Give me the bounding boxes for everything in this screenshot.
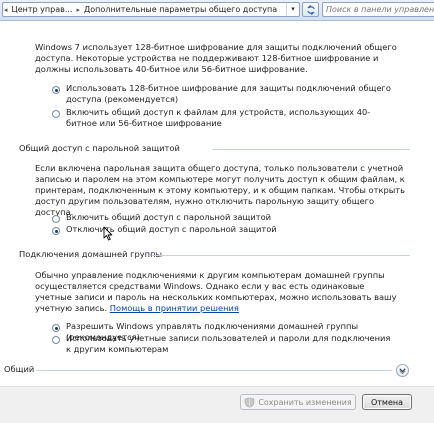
help-decision-link[interactable]: Помощь в принятии решения <box>110 303 239 313</box>
cancel-button[interactable]: Отмена <box>362 394 412 410</box>
radio-40-56bit[interactable] <box>52 110 60 118</box>
search-input[interactable] <box>323 3 434 16</box>
radio-use-accounts-homegroup[interactable] <box>52 336 60 344</box>
radio-disable-password-sharing[interactable] <box>52 227 60 235</box>
breadcrumb-control-center[interactable]: Центр управ... <box>9 5 76 14</box>
save-changes-button[interactable]: Сохранить изменения <box>240 394 356 410</box>
homegroup-description: Обычно управление подключениями к другим… <box>35 270 400 314</box>
section-divider <box>212 149 410 150</box>
section-divider <box>36 370 392 371</box>
section-divider <box>152 255 410 256</box>
refresh-icon <box>306 4 315 15</box>
shield-icon <box>245 396 255 408</box>
radio-40-56bit-label[interactable]: Включить общий доступ к файлам для устро… <box>66 107 396 129</box>
radio-128bit-label[interactable]: Использовать 128-битное шифрование для з… <box>66 83 396 105</box>
encryption-description: Windows 7 использует 128-битное шифрован… <box>35 42 397 74</box>
radio-windows-manage-homegroup[interactable] <box>52 324 60 332</box>
address-history-dropdown-icon[interactable]: ▾ <box>286 3 299 16</box>
search-box[interactable] <box>322 2 434 17</box>
expand-general-button[interactable] <box>396 364 409 377</box>
breadcrumb-advanced-sharing[interactable]: Дополнительные параметры общего доступа <box>81 5 280 14</box>
chevron-down-icon <box>399 367 406 374</box>
radio-enable-password-sharing[interactable] <box>52 215 60 223</box>
refresh-button[interactable] <box>302 2 319 17</box>
homegroup-header: Подключения домашней группы <box>19 249 163 259</box>
address-bar[interactable]: ◂ Центр управ... ▸ Дополнительные параме… <box>2 2 300 17</box>
radio-128bit[interactable] <box>52 86 60 94</box>
mouse-cursor-icon <box>103 226 113 241</box>
password-sharing-header: Общий доступ с парольной защитой <box>19 143 180 153</box>
save-changes-label: Сохранить изменения <box>258 397 352 407</box>
radio-enable-password-sharing-label[interactable]: Включить общий доступ с парольной защито… <box>66 212 366 223</box>
password-sharing-description: Если включена парольная защита общего до… <box>35 163 406 217</box>
general-header[interactable]: Общий <box>4 364 34 374</box>
radio-use-accounts-homegroup-label[interactable]: Использовать учетные записи пользователе… <box>66 333 396 355</box>
